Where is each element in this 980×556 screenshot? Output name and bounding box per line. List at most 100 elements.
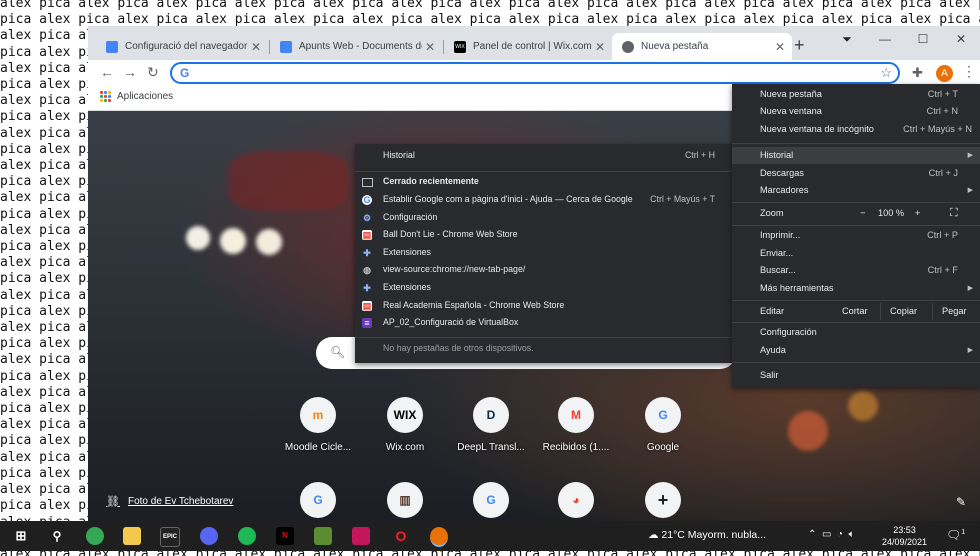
reload-icon[interactable]: ↻ xyxy=(147,64,159,81)
opera-icon[interactable]: O xyxy=(392,527,410,545)
divider xyxy=(880,303,881,320)
shortcut-tile[interactable]: M Recibidos (1.... xyxy=(536,397,616,453)
menu-cast[interactable]: Enviar... xyxy=(732,245,980,262)
history-item[interactable]: ▤ Ball Don't Lie - Chrome Web Store xyxy=(355,226,733,243)
back-icon[interactable]: ← xyxy=(100,64,114,80)
history-item[interactable]: G Establir Google com a pàgina d'inici - … xyxy=(355,191,733,208)
link-icon: ⛓ xyxy=(106,496,120,508)
menu-incognito[interactable]: Nueva ventana de incógnito Ctrl + Mayús +… xyxy=(732,121,980,138)
clock[interactable]: 23:53 24/09/2021 xyxy=(882,524,927,548)
no-tabs-message: No hay pestañas de otros dispositivos. xyxy=(355,340,733,357)
shortcut-tile[interactable]: WIX Wix.com xyxy=(365,397,445,453)
shortcut-tile[interactable]: G xyxy=(278,482,358,518)
tab-strip: Configuració del navegador W ✕ Apunts We… xyxy=(88,26,980,60)
avatar[interactable]: A xyxy=(936,65,953,82)
notifications-icon[interactable]: 🗨︎1 xyxy=(946,528,965,542)
shortcut-tile[interactable]: D DeepL Transl... xyxy=(451,397,531,453)
close-window-icon[interactable]: ✕ xyxy=(942,32,980,46)
fullscreen-icon[interactable]: ⛶ xyxy=(950,205,958,222)
menu-shortcut: Ctrl + T xyxy=(927,89,958,99)
copy-button[interactable]: Copiar xyxy=(890,303,917,320)
puzzle-icon[interactable]: ✚ xyxy=(912,65,923,81)
new-tab-button[interactable]: + xyxy=(794,35,805,56)
divider xyxy=(732,143,980,144)
close-icon[interactable]: ✕ xyxy=(248,40,264,54)
minimize-icon[interactable]: — xyxy=(866,32,904,46)
star-icon[interactable]: ☆ xyxy=(880,65,892,81)
google-icon: G xyxy=(362,195,372,205)
shortcut-tile[interactable]: ▥ xyxy=(365,482,445,518)
spotify-icon[interactable] xyxy=(238,527,256,545)
photo-credit[interactable]: ⛓ Foto de Ev Tchebotarev xyxy=(106,495,233,508)
tab-nueva-pestana[interactable]: Nueva pestaña ✕ xyxy=(612,33,792,60)
shortcut-icon: m xyxy=(300,397,336,433)
netflix-icon[interactable]: N xyxy=(276,527,294,545)
shortcut-tile[interactable]: G xyxy=(451,482,531,518)
epic-games-icon[interactable]: EPIC xyxy=(160,527,180,547)
history-header[interactable]: Historial Ctrl + H xyxy=(355,147,733,164)
add-shortcut-button[interactable]: + xyxy=(623,482,703,518)
menu-history[interactable]: Historial ▶ xyxy=(732,147,980,164)
shortcut-icon: ▥ xyxy=(387,482,423,518)
chevron-right-icon: ▶ xyxy=(967,152,973,159)
shortcut-icon: WIX xyxy=(387,397,423,433)
menu-bookmarks[interactable]: Marcadores ▶ xyxy=(732,182,980,199)
omnibox[interactable]: G ☆ xyxy=(170,62,900,84)
divider xyxy=(732,225,980,226)
shortcut-tile[interactable]: ◕ xyxy=(536,482,616,518)
system-tray[interactable]: ⌃ ▭ ◔ 🔈︎ xyxy=(808,529,855,540)
menu-label: Historial xyxy=(760,150,794,160)
history-item[interactable]: ✚ Extensiones xyxy=(355,244,733,261)
menu-print[interactable]: Imprimir... Ctrl + P xyxy=(732,227,980,244)
shortcut-tile[interactable]: m Moodle Cicle... xyxy=(278,397,358,453)
menu-more-tools[interactable]: Más herramientas ▶ xyxy=(732,280,980,297)
history-item[interactable]: ✚ Extensiones xyxy=(355,279,733,296)
maximize-icon[interactable]: ☐ xyxy=(904,32,942,46)
forward-icon[interactable]: → xyxy=(123,64,137,80)
tab-configuracio[interactable]: Configuració del navegador W ✕ xyxy=(96,33,268,60)
battery-icon: ▭ xyxy=(821,529,832,540)
menu-find[interactable]: Buscar... Ctrl + F xyxy=(732,262,980,279)
wix-icon: WIX xyxy=(454,40,466,53)
menu-settings[interactable]: Configuración xyxy=(732,324,980,341)
file-explorer-icon[interactable] xyxy=(123,527,141,545)
chrome-profile-icon[interactable] xyxy=(430,527,448,547)
history-item[interactable]: ◍ view-source:chrome://new-tab-page/ xyxy=(355,261,733,278)
shortcut-tile[interactable]: G Google xyxy=(623,397,703,453)
history-item[interactable]: ⚙ Configuración xyxy=(355,209,733,226)
app-icon[interactable] xyxy=(352,527,370,545)
tab-apunts-web[interactable]: Apunts Web - Documents de G ✕ xyxy=(270,33,442,60)
history-item[interactable]: ≡ AP_02_Configuració de VirtualBox xyxy=(355,314,733,331)
more-menu-icon[interactable]: ⋮ xyxy=(962,63,976,80)
cut-button[interactable]: Cortar xyxy=(842,303,868,320)
close-icon[interactable]: ✕ xyxy=(772,40,788,54)
history-item-label: Configuración xyxy=(383,211,438,222)
close-icon[interactable]: ✕ xyxy=(592,40,608,54)
photo-credit-text: Foto de Ev Tchebotarev xyxy=(127,496,234,507)
windows-start-icon[interactable]: ⊞ xyxy=(12,527,30,545)
close-icon[interactable]: ✕ xyxy=(422,40,438,54)
chrome-taskbar-icon[interactable] xyxy=(86,527,104,545)
menu-downloads[interactable]: Descargas Ctrl + J xyxy=(732,165,980,182)
tab-search-icon[interactable]: ⏷ xyxy=(828,32,866,47)
menu-help[interactable]: Ayuda ▶ xyxy=(732,342,980,359)
menu-label: Nueva ventana de incógnito xyxy=(760,124,874,134)
menu-new-tab[interactable]: Nueva pestaña Ctrl + T xyxy=(732,86,980,103)
apps-shortcut[interactable]: Aplicaciones xyxy=(100,91,173,102)
history-item[interactable]: ▤ Real Academia Española - Chrome Web Sto… xyxy=(355,297,733,314)
weather-widget[interactable]: ☁ 21°C Mayorm. nubla... xyxy=(648,529,766,541)
volume-icon: 🔈︎ xyxy=(848,529,855,540)
minecraft-icon[interactable] xyxy=(314,527,332,545)
zoom-in-button[interactable]: + xyxy=(915,205,920,222)
address-input[interactable] xyxy=(198,65,862,83)
zoom-out-button[interactable]: − xyxy=(860,205,865,222)
discord-icon[interactable] xyxy=(200,527,218,545)
search-icon[interactable]: ⚲ xyxy=(48,527,66,545)
pencil-icon[interactable]: ✎ xyxy=(956,495,966,509)
menu-label: Nueva pestaña xyxy=(760,89,822,99)
menu-label: Imprimir... xyxy=(760,230,801,240)
paste-button[interactable]: Pegar xyxy=(942,303,967,320)
menu-new-window[interactable]: Nueva ventana Ctrl + N xyxy=(732,103,980,120)
menu-exit[interactable]: Salir xyxy=(732,367,980,384)
tab-wix[interactable]: WIX Panel de control | Wix.com ✕ xyxy=(444,33,612,60)
